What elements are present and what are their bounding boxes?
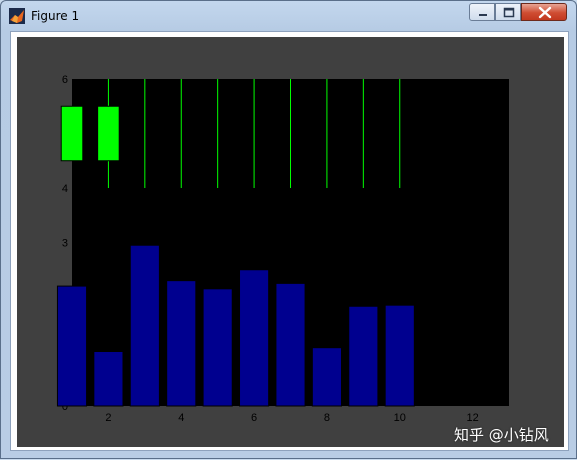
bar — [239, 269, 270, 407]
bar — [56, 285, 88, 407]
bar — [311, 347, 342, 407]
y-tick-label: 6 — [62, 74, 68, 86]
x-tick-label: 10 — [394, 412, 406, 424]
x-tick-label: 2 — [105, 412, 111, 424]
bar — [202, 288, 233, 407]
x-tick-label: 4 — [178, 412, 184, 424]
bar-chart[interactable]: 012345624681012 — [1, 1, 577, 460]
bar — [93, 351, 124, 407]
x-tick-label: 8 — [324, 412, 330, 424]
y-tick-label: 3 — [62, 238, 68, 250]
y-tick-label: 4 — [62, 183, 68, 195]
watermark-text: 知乎 @小钻风 — [454, 426, 549, 444]
bar — [348, 305, 379, 407]
green-box — [60, 105, 84, 162]
bar — [166, 280, 197, 407]
bar — [384, 304, 415, 407]
bar — [129, 244, 160, 407]
x-tick-label: 6 — [251, 412, 257, 424]
x-tick-label: 12 — [466, 412, 478, 424]
figure-window: Figure 1 012345624681012 知乎 @小钻风 — [0, 0, 577, 459]
bar — [275, 282, 306, 407]
green-box — [97, 105, 120, 162]
